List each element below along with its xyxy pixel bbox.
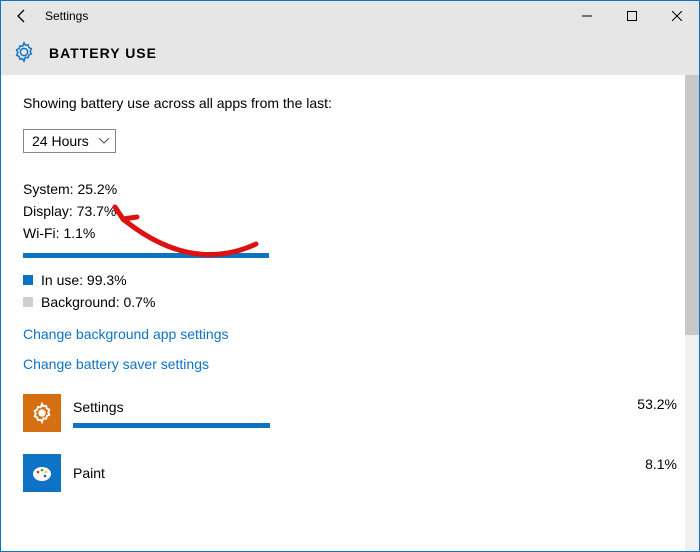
minimize-icon (582, 11, 592, 21)
settings-app-icon (23, 394, 61, 432)
gear-icon (13, 41, 35, 66)
intro-text: Showing battery use across all apps from… (23, 95, 677, 111)
in-use-legend: In use: 99.3% (23, 272, 677, 288)
back-button[interactable] (7, 1, 37, 31)
link-background-apps[interactable]: Change background app settings (23, 326, 677, 342)
app-percent: 8.1% (607, 456, 677, 472)
display-stat: Display: 73.7% (23, 203, 677, 219)
content-area: Showing battery use across all apps from… (1, 75, 699, 551)
window-controls (564, 1, 699, 31)
app-name: Settings (73, 399, 607, 415)
close-icon (672, 11, 682, 21)
page-header: BATTERY USE (1, 31, 699, 75)
system-stat: System: 25.2% (23, 181, 677, 197)
scrollbar-thumb[interactable] (685, 75, 699, 335)
maximize-button[interactable] (609, 1, 654, 31)
chevron-down-icon (99, 138, 109, 144)
dropdown-value: 24 Hours (32, 133, 89, 149)
app-row-settings[interactable]: Settings 53.2% (23, 394, 677, 432)
background-legend: Background: 0.7% (23, 294, 677, 310)
app-row-paint[interactable]: Paint 8.1% (23, 454, 677, 492)
gear-white-icon (31, 402, 53, 424)
app-percent: 53.2% (607, 396, 677, 412)
square-icon-gray (23, 297, 33, 307)
square-icon-blue (23, 275, 33, 285)
wifi-stat: Wi-Fi: 1.1% (23, 225, 677, 241)
app-bar-fill (73, 423, 270, 428)
link-battery-saver[interactable]: Change battery saver settings (23, 356, 677, 372)
minimize-button[interactable] (564, 1, 609, 31)
titlebar: Settings (1, 1, 699, 31)
close-button[interactable] (654, 1, 699, 31)
app-name: Paint (73, 465, 607, 481)
arrow-left-icon (14, 8, 30, 24)
page-title: BATTERY USE (49, 45, 157, 61)
paint-app-icon (23, 454, 61, 492)
scrollbar[interactable] (685, 75, 699, 551)
usage-bar (23, 253, 269, 258)
window-title: Settings (45, 9, 88, 23)
palette-icon (30, 461, 54, 485)
maximize-icon (627, 11, 637, 21)
timeframe-dropdown[interactable]: 24 Hours (23, 129, 116, 153)
